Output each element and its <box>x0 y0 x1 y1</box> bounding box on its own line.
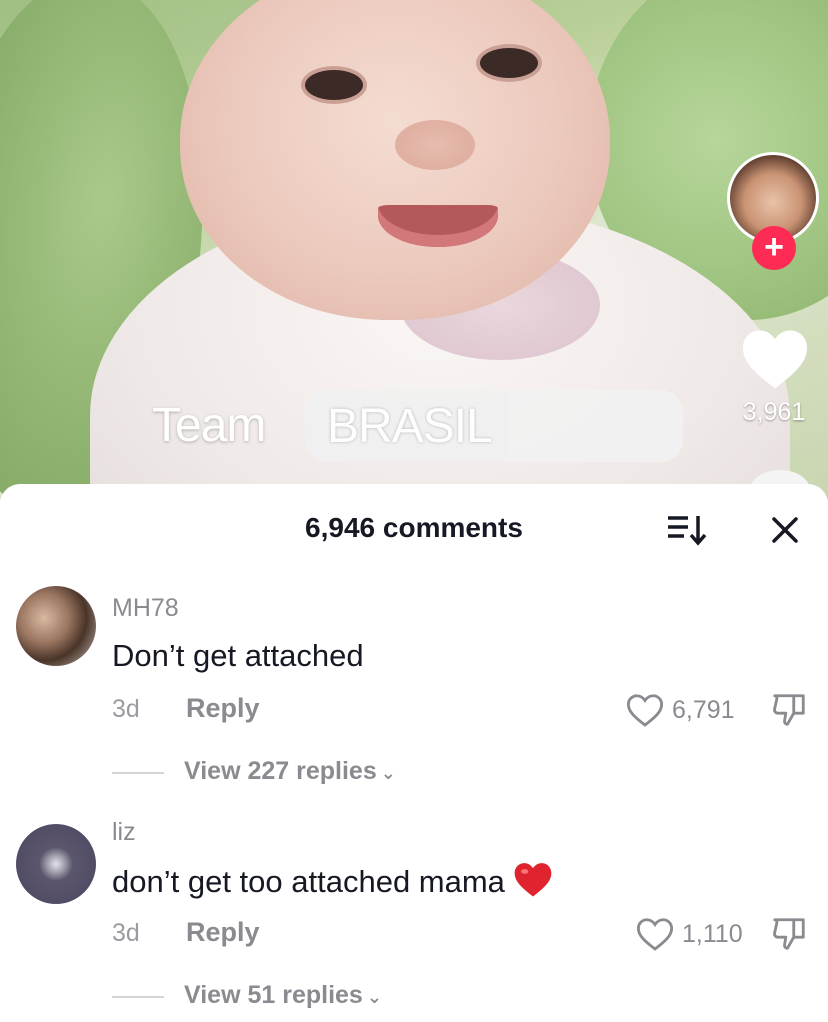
replies-divider <box>112 772 164 774</box>
comment-text: Don’t get attached <box>112 638 364 673</box>
red-heart-emoji <box>514 863 552 897</box>
like-count: 3,961 <box>742 398 806 426</box>
comment-text-body: don’t get too attached mama <box>112 864 505 899</box>
comments-sheet: 6,946 comments MH78 Don’t get attached 3… <box>0 484 828 1013</box>
view-replies-label: View 227 replies <box>184 757 377 785</box>
video-player[interactable]: Team BRASIL + 3,961 <box>0 0 828 500</box>
chevron-down-icon: ⌄ <box>380 763 396 783</box>
close-icon[interactable] <box>765 510 805 550</box>
comment-time: 3d <box>112 919 140 947</box>
comment-item: liz don’t get too attached mama 3d Reply… <box>0 818 828 1022</box>
baby-eye-left <box>305 70 363 100</box>
video-caption-brasil: BRASIL <box>327 400 493 453</box>
comment-like-count: 6,791 <box>672 696 735 724</box>
comment-username[interactable]: liz <box>112 818 136 847</box>
like-outline-icon[interactable] <box>636 916 674 952</box>
dislike-icon[interactable] <box>770 914 808 954</box>
sort-icon[interactable] <box>664 510 710 550</box>
view-replies-button[interactable]: View 51 replies ⌄ <box>184 981 382 1010</box>
reply-button[interactable]: Reply <box>186 693 260 724</box>
baby-eye-right <box>480 48 538 78</box>
heart-icon[interactable] <box>740 326 810 390</box>
replies-divider <box>112 996 164 998</box>
video-caption-highlight: BRASIL <box>305 390 683 462</box>
baby-nose <box>395 120 475 170</box>
comment-avatar[interactable] <box>16 824 96 904</box>
like-outline-icon[interactable] <box>626 692 664 728</box>
comment-text: don’t get too attached mama <box>112 860 553 900</box>
comment-avatar[interactable] <box>16 586 96 666</box>
baby-face <box>180 0 610 320</box>
view-replies-label: View 51 replies <box>184 981 363 1009</box>
reply-button[interactable]: Reply <box>186 917 260 948</box>
comment-item: MH78 Don’t get attached 3d Reply 6,791 V… <box>0 584 828 786</box>
view-replies-button[interactable]: View 227 replies ⌄ <box>184 757 396 786</box>
follow-plus-icon[interactable]: + <box>752 226 796 270</box>
video-caption-team: Team <box>152 399 266 452</box>
comment-like-count: 1,110 <box>682 920 743 948</box>
comment-username[interactable]: MH78 <box>112 594 179 623</box>
chevron-down-icon: ⌄ <box>366 987 382 1007</box>
comment-time: 3d <box>112 695 140 723</box>
dislike-icon[interactable] <box>770 690 808 730</box>
